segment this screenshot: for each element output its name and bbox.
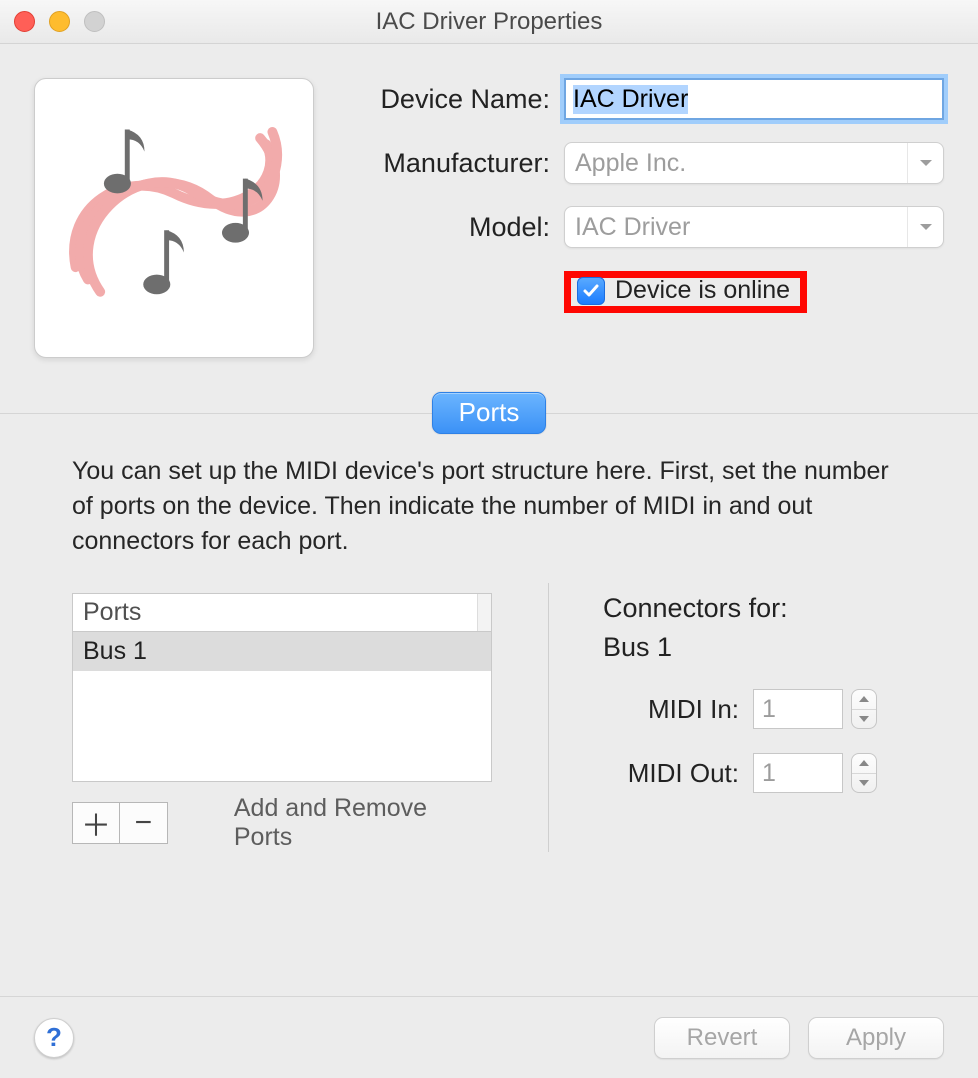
manufacturer-combobox[interactable]: Apple Inc. (564, 142, 944, 184)
manufacturer-label: Manufacturer: (344, 148, 564, 179)
ports-listbox[interactable]: Bus 1 (72, 632, 492, 782)
device-name-label: Device Name: (344, 84, 564, 115)
model-value: IAC Driver (575, 213, 690, 242)
ports-list-section: Ports Bus 1 ＋ − Add and Remove Ports (72, 593, 492, 852)
remove-port-button[interactable]: − (120, 802, 168, 844)
ports-list-item[interactable]: Bus 1 (73, 632, 491, 671)
device-online-checkbox[interactable]: Device is online (571, 270, 800, 311)
device-info-pane: Device Name: Manufacturer: Apple Inc. Mo… (0, 44, 978, 368)
ports-list-header-label: Ports (83, 598, 477, 627)
ports-help-text: You can set up the MIDI device's port st… (72, 454, 906, 559)
add-port-button[interactable]: ＋ (72, 802, 120, 844)
window-title: IAC Driver Properties (0, 8, 978, 36)
device-online-label: Device is online (615, 276, 790, 305)
titlebar: IAC Driver Properties (0, 0, 978, 44)
plus-icon: ＋ (81, 801, 111, 845)
revert-button[interactable]: Revert (654, 1017, 790, 1059)
apply-button[interactable]: Apply (808, 1017, 944, 1059)
midi-in-input[interactable] (753, 689, 843, 729)
chevron-down-icon (907, 143, 943, 183)
music-device-icon (51, 95, 297, 341)
bottom-toolbar: ? Revert Apply (0, 996, 978, 1078)
model-label: Model: (344, 212, 564, 243)
ports-pane: You can set up the MIDI device's port st… (0, 414, 978, 872)
midi-out-stepper[interactable] (851, 753, 877, 793)
vertical-divider (548, 583, 549, 852)
chevron-down-icon (852, 710, 876, 729)
chevron-up-icon (852, 754, 876, 774)
chevron-down-icon (852, 774, 876, 793)
help-button[interactable]: ? (34, 1018, 74, 1058)
device-icon-well[interactable] (34, 78, 314, 358)
ports-list-header: Ports (72, 593, 492, 632)
device-online-highlight: Device is online (564, 271, 807, 313)
ports-grid: Ports Bus 1 ＋ − Add and Remove Ports Con… (72, 593, 906, 852)
midi-in-stepper[interactable] (851, 689, 877, 729)
connectors-section: Connectors for: Bus 1 MIDI In: MIDI Out: (603, 593, 906, 852)
midi-out-label: MIDI Out: (603, 758, 753, 789)
manufacturer-value: Apple Inc. (575, 149, 686, 178)
minus-icon: − (135, 806, 153, 840)
connectors-for: Bus 1 (603, 632, 906, 663)
midi-out-input[interactable] (753, 753, 843, 793)
add-remove-ports-label: Add and Remove Ports (234, 794, 492, 852)
device-name-input[interactable] (564, 78, 944, 120)
chevron-up-icon (852, 690, 876, 710)
chevron-down-icon (907, 207, 943, 247)
model-combobox[interactable]: IAC Driver (564, 206, 944, 248)
checkmark-icon (577, 277, 605, 305)
connectors-title: Connectors for: (603, 593, 906, 624)
midi-in-label: MIDI In: (603, 694, 753, 725)
column-resize-handle[interactable] (477, 594, 491, 631)
tab-ports[interactable]: Ports (432, 392, 547, 434)
device-form: Device Name: Manufacturer: Apple Inc. Mo… (344, 78, 944, 358)
help-icon: ? (46, 1022, 62, 1053)
